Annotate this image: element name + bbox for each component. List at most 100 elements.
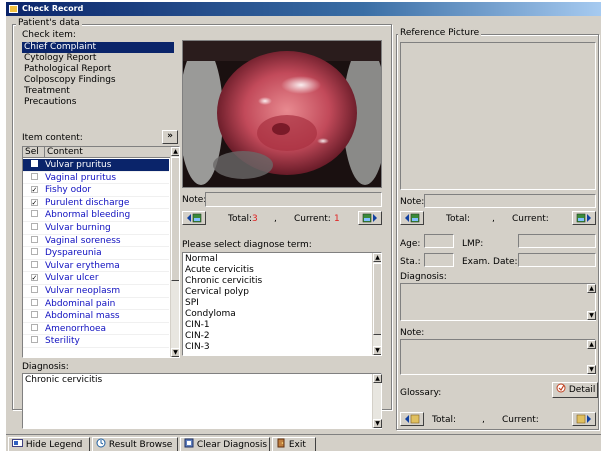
diagnose-term-row[interactable]: Normal: [183, 254, 371, 265]
ref-bottom-prev-button[interactable]: [400, 412, 424, 426]
check-item-row[interactable]: Treatment: [22, 86, 174, 97]
term-scrollbar[interactable]: ▲ ▼: [372, 253, 381, 355]
clear-diagnosis-button[interactable]: Clear Diagnosis: [180, 437, 270, 451]
content-checkbox[interactable]: [23, 235, 45, 248]
content-checkbox[interactable]: ✓: [23, 197, 45, 210]
sta-field[interactable]: [424, 253, 454, 267]
diagnose-term-row[interactable]: Chronic cervicitis: [183, 276, 371, 287]
ref-bottom-next-button[interactable]: [572, 412, 596, 426]
ref-bottom-current-label: Current:: [502, 415, 539, 425]
content-scrollbar[interactable]: ▲ ▼: [170, 147, 179, 357]
image-prev-button[interactable]: [182, 211, 206, 225]
toolbar-divider: [6, 434, 601, 435]
content-row[interactable]: Abnormal bleeding: [23, 209, 169, 222]
content-row[interactable]: Vaginal pruritus: [23, 172, 169, 185]
content-row[interactable]: Amenorrhoea: [23, 323, 169, 336]
content-checkbox[interactable]: [23, 209, 45, 222]
content-checkbox[interactable]: [23, 323, 45, 336]
check-item-row[interactable]: Chief Complaint: [22, 42, 174, 53]
detail-button[interactable]: Detail: [552, 382, 598, 398]
ref-note-field[interactable]: [424, 194, 596, 208]
content-row[interactable]: Vulvar neoplasm: [23, 285, 169, 298]
content-checkbox[interactable]: [23, 247, 45, 260]
ref-note2-scrollbar[interactable]: ▲ ▼: [586, 340, 596, 374]
content-row[interactable]: Sterility: [23, 335, 169, 348]
content-checkbox[interactable]: [23, 285, 45, 298]
content-row[interactable]: Vaginal soreness: [23, 235, 169, 248]
lmp-field[interactable]: [518, 234, 596, 248]
image-note-field[interactable]: [205, 192, 382, 207]
content-row[interactable]: Abdominal pain: [23, 298, 169, 311]
ref-note2-scroll-down-button[interactable]: ▼: [587, 365, 596, 374]
diagnose-term-row[interactable]: SPI: [183, 298, 371, 309]
content-row[interactable]: ✓ Fishy odor: [23, 184, 169, 197]
ref-diagnosis-scrollbar[interactable]: ▲ ▼: [586, 284, 596, 320]
age-field[interactable]: [424, 234, 454, 248]
content-row[interactable]: Vulvar pruritus: [23, 159, 169, 172]
diagnose-term-row[interactable]: CIN-2: [183, 331, 371, 342]
content-checkbox[interactable]: [23, 335, 45, 348]
scroll-thumb[interactable]: [171, 157, 179, 281]
diagnosis-scroll-down-button[interactable]: ▼: [373, 419, 382, 428]
content-checkbox[interactable]: ✓: [23, 184, 45, 197]
content-row[interactable]: Vulvar burning: [23, 222, 169, 235]
diagnose-term-list[interactable]: Normal Acute cervicitis Chronic cervicitis…: [182, 252, 382, 356]
diagnose-term-row[interactable]: CIN-3: [183, 342, 371, 353]
ref-note2-scroll-up-button[interactable]: ▲: [587, 340, 596, 349]
check-item-row[interactable]: Colposcopy Findings: [22, 75, 174, 86]
diagnosis-textarea[interactable]: Chronic cervicitis ▲ ▼: [22, 373, 382, 429]
exit-button[interactable]: Exit: [272, 437, 316, 451]
content-row[interactable]: Abdominal mass: [23, 310, 169, 323]
diagnose-term-row[interactable]: Condyloma: [183, 309, 371, 320]
expand-content-button[interactable]: »: [162, 130, 178, 144]
content-checkbox[interactable]: ✓: [23, 272, 45, 285]
result-browse-button[interactable]: Result Browse: [92, 437, 178, 451]
check-item-list[interactable]: Chief Complaint Cytology Report Pathologic…: [22, 42, 174, 122]
content-row[interactable]: Dyspareunia: [23, 247, 169, 260]
ref-diagnosis-scroll-down-button[interactable]: ▼: [587, 311, 596, 320]
ref-bottom-next-icon: [576, 414, 591, 424]
content-checkbox[interactable]: [23, 298, 45, 311]
image-current-value: 1: [334, 214, 340, 224]
scroll-up-button[interactable]: ▲: [171, 147, 179, 156]
check-item-row[interactable]: Precautions: [22, 97, 174, 108]
content-row[interactable]: ✓ Purulent discharge: [23, 197, 169, 210]
content-row[interactable]: ✓ Vulvar ulcer: [23, 272, 169, 285]
term-scroll-down-button[interactable]: ▼: [373, 346, 381, 355]
ref-note2-label: Note:: [400, 328, 425, 338]
content-row-text: Amenorrhoea: [45, 323, 107, 334]
content-checkbox[interactable]: [23, 159, 45, 172]
check-item-row[interactable]: Pathological Report: [22, 64, 174, 75]
hide-legend-button[interactable]: Hide Legend: [8, 437, 90, 451]
content-checkbox[interactable]: [23, 260, 45, 273]
content-row-text: Vulvar neoplasm: [45, 285, 121, 296]
clear-diagnosis-label: Clear Diagnosis: [196, 440, 268, 450]
content-checkbox[interactable]: [23, 310, 45, 323]
diagnose-term-row[interactable]: Cervical polyp: [183, 287, 371, 298]
clear-diagnosis-icon: [184, 438, 194, 448]
image-next-button[interactable]: [358, 211, 382, 225]
ref-diagnosis-scroll-up-button[interactable]: ▲: [587, 284, 596, 293]
ref-note2-box[interactable]: ▲ ▼: [400, 339, 596, 375]
patients-data-label: Patient's data: [16, 18, 82, 29]
item-content-grid: Sel Content Vulvar pruritus Vaginal prurit…: [22, 146, 180, 358]
term-scroll-up-button[interactable]: ▲: [373, 253, 381, 262]
scroll-down-button[interactable]: ▼: [171, 348, 179, 357]
content-checkbox[interactable]: [23, 172, 45, 185]
term-scroll-thumb[interactable]: [373, 263, 381, 335]
check-item-label: Check item:: [22, 30, 76, 40]
ref-next-button[interactable]: [572, 211, 596, 225]
content-row-text: Abdominal mass: [45, 311, 120, 322]
content-row-text: Purulent discharge: [45, 197, 130, 208]
exam-date-field[interactable]: [518, 253, 596, 267]
diagnosis-scroll-up-button[interactable]: ▲: [373, 374, 382, 383]
content-row-text: Dyspareunia: [45, 248, 102, 259]
content-checkbox[interactable]: [23, 222, 45, 235]
diagnose-term-row[interactable]: Acute cervicitis: [183, 265, 371, 276]
ref-prev-button[interactable]: [400, 211, 424, 225]
check-item-row[interactable]: Cytology Report: [22, 53, 174, 64]
ref-diagnosis-box[interactable]: ▲ ▼: [400, 283, 596, 321]
diagnose-term-row[interactable]: CIN-1: [183, 320, 371, 331]
diagnosis-scrollbar[interactable]: ▲ ▼: [372, 374, 382, 428]
content-row[interactable]: Vulvar erythema: [23, 260, 169, 273]
